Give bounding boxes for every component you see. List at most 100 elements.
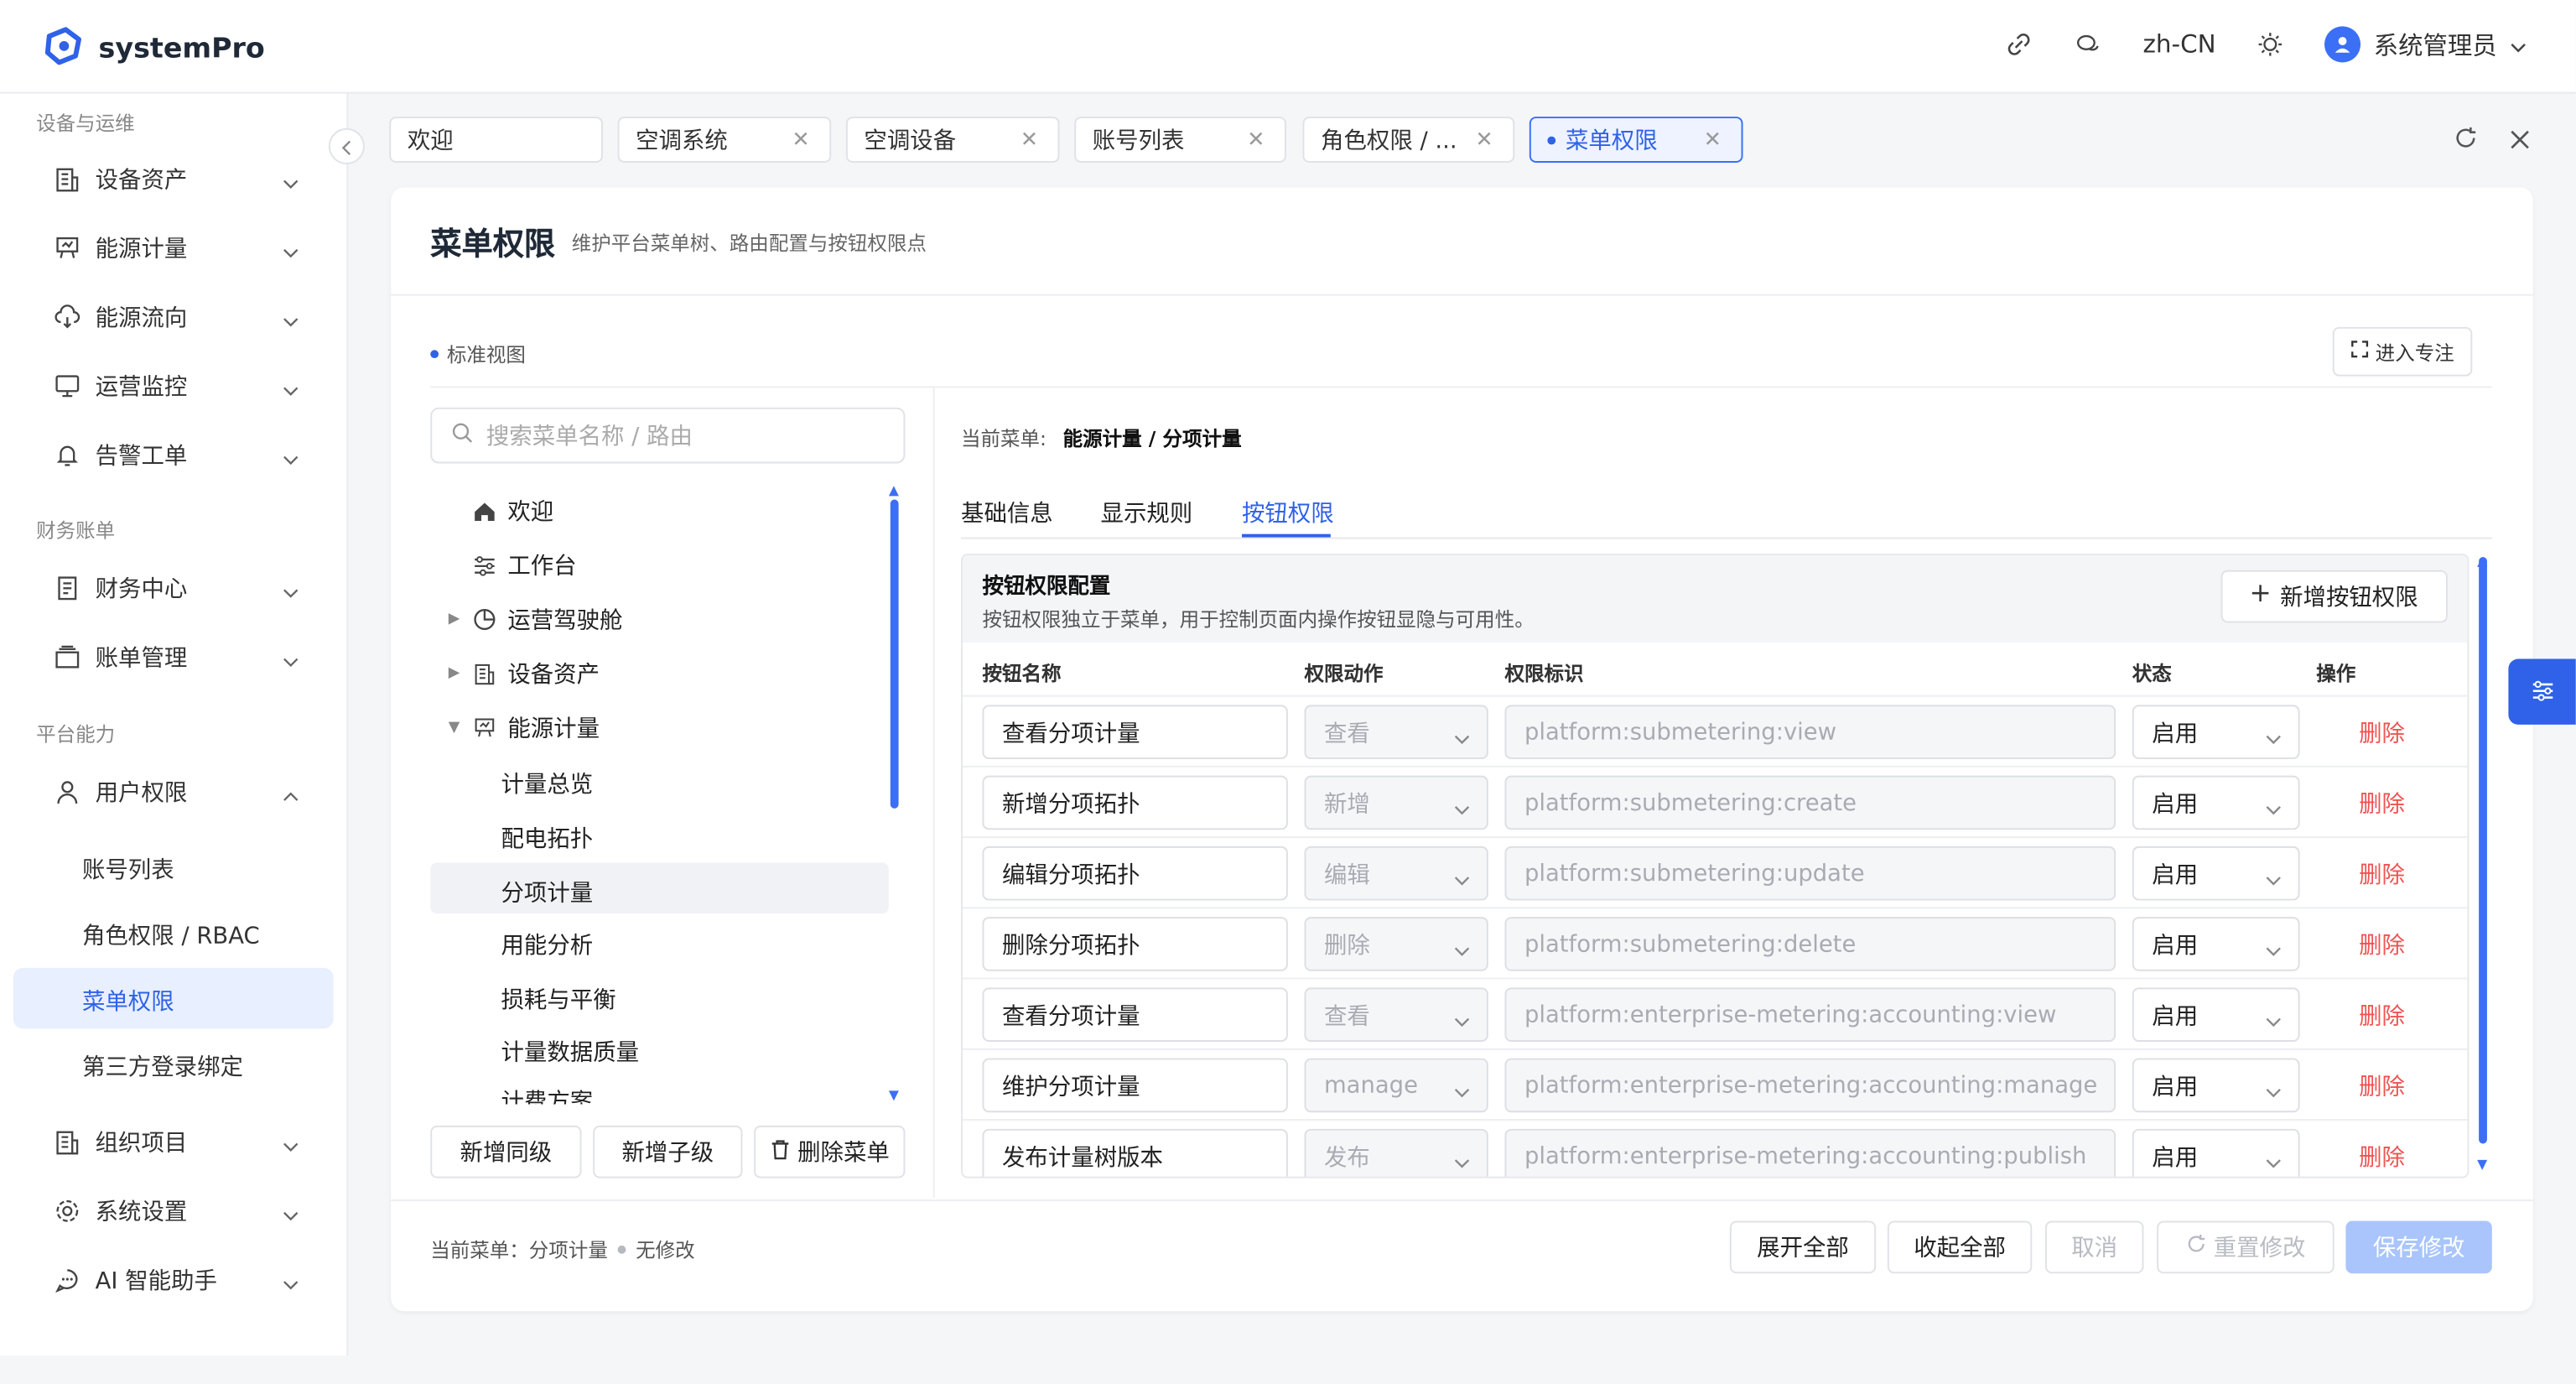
sidebar-subitem-rbac[interactable]: 角色权限 / RBAC	[82, 918, 260, 951]
sidebar-item-organization[interactable]: 组织项目	[53, 1116, 315, 1168]
tree-node-welcome[interactable]: 欢迎	[471, 495, 553, 528]
button-name-input[interactable]: 新增分项拓扑	[982, 775, 1288, 830]
close-icon[interactable]: ✕	[1704, 128, 1722, 153]
permission-key-input[interactable]: platform:enterprise-metering:accounting:…	[1504, 1128, 2116, 1177]
scroll-up-icon[interactable]: ▲	[889, 483, 899, 498]
focus-mode-button[interactable]: 进入专注	[2332, 326, 2473, 377]
sidebar-item-settings[interactable]: 系统设置	[53, 1184, 315, 1237]
expand-all-button[interactable]: 展开全部	[1729, 1220, 1877, 1274]
scroll-up-icon[interactable]: ▲	[2477, 554, 2487, 569]
close-all-icon[interactable]	[2510, 125, 2530, 156]
tab-button-permissions[interactable]: 按钮权限	[1242, 497, 1334, 529]
status-select[interactable]: 启用	[2132, 1128, 2300, 1177]
button-name-input[interactable]: 发布计量树版本	[982, 1128, 1288, 1177]
tree-node-metering[interactable]: ▼ 能源计量	[449, 711, 600, 744]
action-select[interactable]: 查看	[1304, 705, 1488, 760]
caret-right-icon[interactable]: ▶	[449, 611, 460, 628]
action-select[interactable]: 查看	[1304, 987, 1488, 1043]
button-name-input[interactable]: 编辑分项拓扑	[982, 845, 1288, 901]
sidebar-collapse-button[interactable]	[328, 127, 365, 164]
sidebar-item-bills[interactable]: 账单管理	[53, 631, 315, 684]
sun-icon[interactable]	[2256, 29, 2285, 59]
button-name-input[interactable]: 查看分项计量	[982, 705, 1288, 760]
tree-node-data-quality[interactable]: 计量数据质量	[501, 1035, 639, 1068]
action-select[interactable]: 删除	[1304, 917, 1488, 971]
tree-node-loss-balance[interactable]: 损耗与平衡	[501, 982, 615, 1015]
delete-row-button[interactable]: 删除	[2359, 787, 2405, 819]
delete-row-button[interactable]: 删除	[2359, 716, 2405, 749]
refresh-icon[interactable]	[2454, 125, 2477, 156]
button-name-input[interactable]: 删除分项拓扑	[982, 917, 1288, 971]
close-icon[interactable]: ✕	[1475, 128, 1493, 153]
tab-accounts[interactable]: 账号列表 ✕	[1074, 117, 1286, 163]
tree-scrollbar[interactable]	[890, 499, 899, 809]
delete-menu-button[interactable]: 删除菜单	[754, 1125, 906, 1178]
tab-menu-permissions[interactable]: 菜单权限 ✕	[1529, 117, 1743, 163]
sidebar-subitem-menu-permissions[interactable]: 菜单权限	[82, 984, 174, 1017]
delete-row-button[interactable]: 删除	[2359, 999, 2405, 1032]
reset-changes-button[interactable]: 重置修改	[2157, 1220, 2334, 1274]
tree-node-devices[interactable]: ▶ 设备资产	[449, 658, 600, 690]
action-select[interactable]: 编辑	[1304, 845, 1488, 901]
tab-roles[interactable]: 角色权限 / ... ✕	[1302, 117, 1515, 163]
tree-node-billing-plan[interactable]: 计费方案	[501, 1085, 593, 1105]
sidebar-item-devices[interactable]: 设备资产	[53, 153, 315, 206]
chat-bubbles-icon[interactable]	[2074, 29, 2103, 59]
menu-search-input[interactable]: 搜索菜单名称 / 路由	[430, 407, 906, 464]
collapse-all-button[interactable]: 收起全部	[1887, 1220, 2033, 1274]
sidebar-item-user-permissions[interactable]: 用户权限	[53, 766, 315, 819]
language-switch[interactable]: zh-CN	[2142, 29, 2215, 59]
status-select[interactable]: 启用	[2132, 845, 2300, 901]
action-select[interactable]: manage	[1304, 1058, 1488, 1113]
scroll-down-icon[interactable]: ▼	[889, 1088, 899, 1103]
caret-down-icon[interactable]: ▼	[449, 720, 460, 736]
sidebar-item-monitoring[interactable]: 运营监控	[53, 360, 315, 413]
cancel-button[interactable]: 取消	[2044, 1220, 2144, 1274]
permission-key-input[interactable]: platform:enterprise-metering:accounting:…	[1504, 1058, 2116, 1113]
action-select[interactable]: 新增	[1304, 775, 1488, 830]
settings-drawer-button[interactable]	[2508, 658, 2576, 725]
caret-right-icon[interactable]: ▶	[449, 665, 460, 682]
tree-node-metering-overview[interactable]: 计量总览	[501, 767, 593, 800]
sidebar-item-finance[interactable]: 财务中心	[53, 562, 315, 615]
tree-node-cockpit[interactable]: ▶ 运营驾驶舱	[449, 603, 623, 636]
sidebar-item-metering[interactable]: 能源计量	[53, 221, 315, 274]
permission-key-input[interactable]: platform:submetering:delete	[1504, 917, 2116, 971]
delete-row-button[interactable]: 删除	[2359, 1141, 2405, 1173]
delete-row-button[interactable]: 删除	[2359, 1069, 2405, 1102]
sidebar-item-alerts[interactable]: 告警工单	[53, 429, 315, 481]
permission-key-input[interactable]: platform:submetering:view	[1504, 705, 2116, 760]
permission-key-input[interactable]: platform:submetering:update	[1504, 845, 2116, 901]
button-name-input[interactable]: 维护分项计量	[982, 1058, 1288, 1113]
scroll-down-icon[interactable]: ▼	[2477, 1157, 2487, 1172]
tree-node-distribution-topology[interactable]: 配电拓扑	[501, 822, 593, 855]
tree-node-energy-analysis[interactable]: 用能分析	[501, 929, 593, 961]
status-select[interactable]: 启用	[2132, 987, 2300, 1043]
delete-row-button[interactable]: 删除	[2359, 929, 2405, 961]
close-icon[interactable]: ✕	[1021, 128, 1038, 153]
save-changes-button[interactable]: 保存修改	[2345, 1220, 2492, 1274]
user-menu[interactable]: 系统管理员	[2324, 26, 2527, 63]
tab-hvac-devices[interactable]: 空调设备 ✕	[845, 117, 1060, 163]
add-child-button[interactable]: 新增子级	[593, 1125, 743, 1178]
logo[interactable]: systemPro	[43, 26, 265, 72]
tree-node-workbench[interactable]: 工作台	[471, 549, 577, 581]
close-icon[interactable]: ✕	[1247, 128, 1265, 153]
status-select[interactable]: 启用	[2132, 917, 2300, 971]
tab-basic-info[interactable]: 基础信息	[961, 497, 1053, 529]
sidebar-item-ai-assistant[interactable]: AI 智能助手	[53, 1254, 315, 1307]
add-sibling-button[interactable]: 新增同级	[430, 1125, 582, 1178]
button-name-input[interactable]: 查看分项计量	[982, 987, 1288, 1043]
permission-scrollbar[interactable]	[2479, 557, 2487, 1144]
add-button-permission-button[interactable]: 新增按钮权限	[2220, 570, 2448, 623]
status-select[interactable]: 启用	[2132, 775, 2300, 830]
permission-key-input[interactable]: platform:submetering:create	[1504, 775, 2116, 830]
sidebar-item-energy-flow[interactable]: 能源流向	[53, 291, 315, 344]
tab-welcome[interactable]: 欢迎	[389, 117, 603, 163]
tree-node-submetering[interactable]: 分项计量	[501, 876, 593, 908]
link-icon[interactable]	[2005, 29, 2034, 59]
tab-display-rules[interactable]: 显示规则	[1101, 497, 1193, 529]
status-select[interactable]: 启用	[2132, 1058, 2300, 1113]
tab-hvac-system[interactable]: 空调系统 ✕	[617, 117, 832, 163]
sidebar-subitem-accounts[interactable]: 账号列表	[82, 853, 174, 886]
